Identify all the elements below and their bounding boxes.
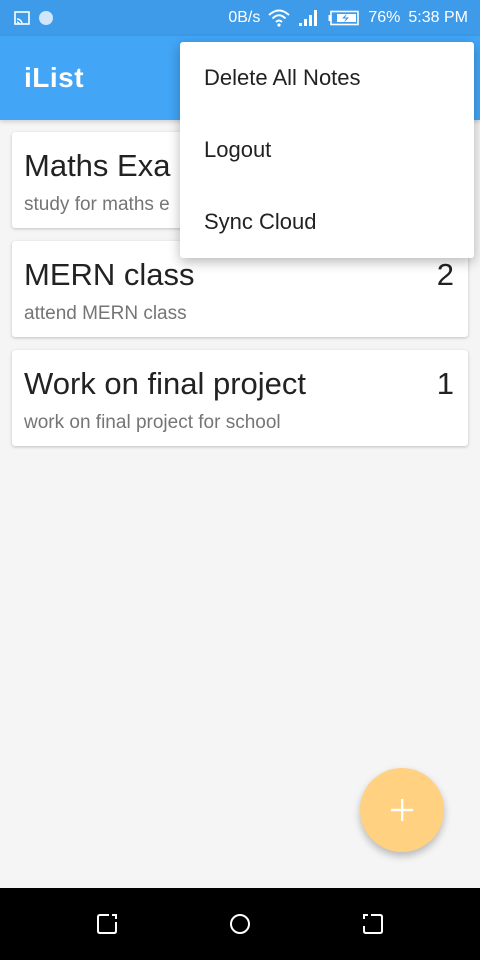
note-title: MERN class xyxy=(24,257,195,292)
app-title: iList xyxy=(24,62,85,93)
note-count: 2 xyxy=(436,257,454,292)
note-subtitle: work on final project for school xyxy=(24,412,281,433)
network-speed: 0B/s xyxy=(228,9,261,26)
battery-percent: 76% xyxy=(368,9,401,26)
wifi-icon xyxy=(268,9,291,27)
add-note-button[interactable] xyxy=(360,768,444,852)
signal-icon xyxy=(299,10,318,26)
navigation-bar xyxy=(0,888,480,960)
overflow-menu: Delete All Notes Logout Sync Cloud xyxy=(180,42,474,258)
notification-dot-icon xyxy=(39,11,53,25)
plus-icon xyxy=(391,799,413,821)
recent-apps-icon[interactable] xyxy=(95,912,119,936)
note-card[interactable]: Work on final project work on final proj… xyxy=(12,350,468,446)
back-icon[interactable] xyxy=(361,912,385,936)
note-title: Work on final project xyxy=(24,366,306,401)
note-subtitle: study for maths e xyxy=(24,194,170,215)
clock: 5:38 PM xyxy=(408,9,468,26)
note-subtitle: attend MERN class xyxy=(24,303,187,324)
home-icon[interactable] xyxy=(228,912,252,936)
status-right: 0B/s 76% 5:38 PM xyxy=(228,0,468,36)
cast-icon xyxy=(14,11,30,25)
note-title: Maths Exa xyxy=(24,148,171,183)
status-bar: 0B/s 76% 5:38 PM xyxy=(0,0,480,36)
battery-charging-icon xyxy=(328,10,360,26)
status-left-icons xyxy=(14,10,54,26)
menu-item-delete-all-notes[interactable]: Delete All Notes xyxy=(180,42,474,114)
menu-item-logout[interactable]: Logout xyxy=(180,114,474,186)
menu-item-sync-cloud[interactable]: Sync Cloud xyxy=(180,186,474,258)
note-count: 1 xyxy=(436,366,454,401)
